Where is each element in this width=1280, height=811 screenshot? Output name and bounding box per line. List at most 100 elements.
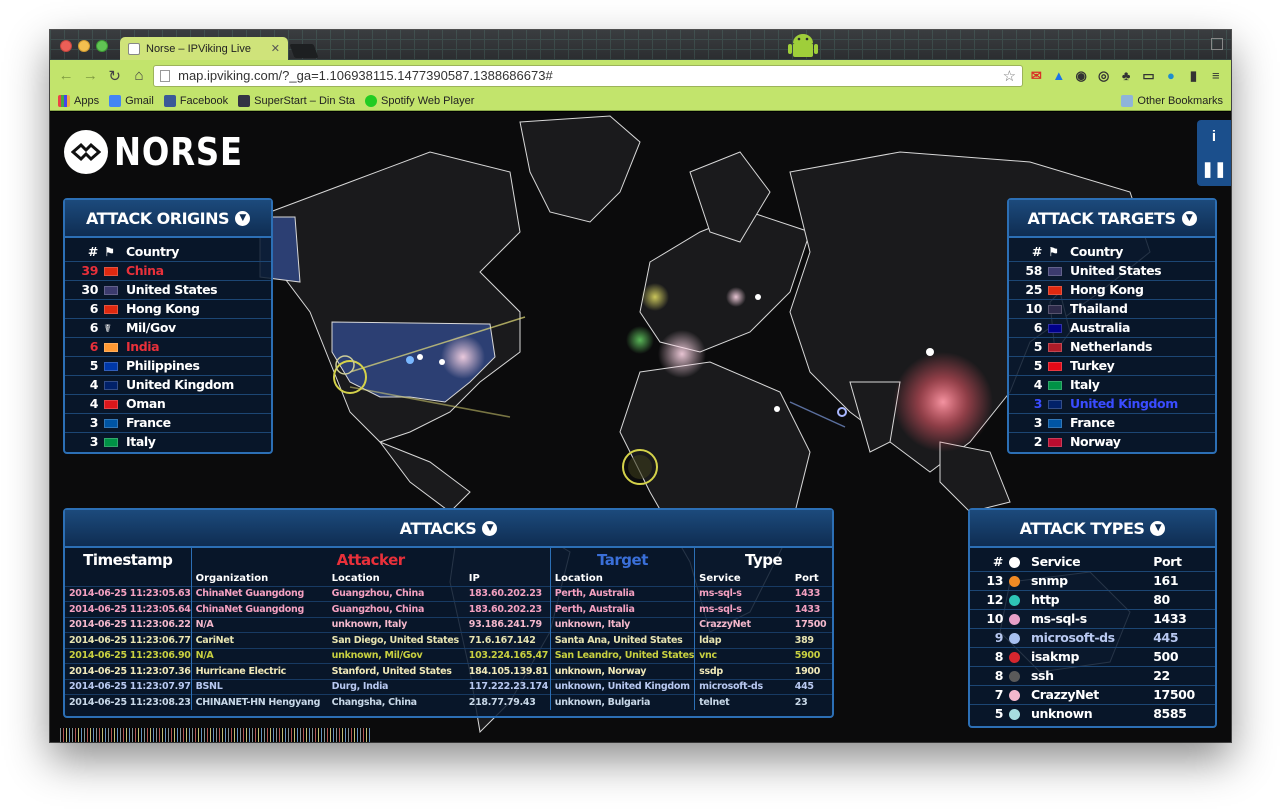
fullscreen-icon[interactable] <box>1211 38 1223 50</box>
color-dot-icon <box>1009 709 1020 721</box>
country-row[interactable]: 2 Norway <box>1009 432 1215 451</box>
chevron-down-icon[interactable]: ▼ <box>1150 520 1166 536</box>
forward-arrow-icon[interactable]: → <box>80 65 100 87</box>
southeast-asia <box>939 441 1011 513</box>
home-icon[interactable]: ⌂ <box>129 65 149 87</box>
drive-extension-icon[interactable]: ▲ <box>1050 66 1068 86</box>
id-extension-icon[interactable]: ▮ <box>1184 66 1202 86</box>
attack-row[interactable]: 2014-06-25 11:23:07.36 Hurricane Electric… <box>65 663 832 679</box>
timestamp-subheader <box>65 572 191 586</box>
attack-row[interactable]: 2014-06-25 11:23:05.64 ChinaNet Guangdong… <box>65 601 832 617</box>
country-row[interactable]: 3 Italy <box>65 432 271 451</box>
attack-row[interactable]: 2014-06-25 11:23:08.23 CHINANET-HN Hengya… <box>65 694 832 710</box>
country-column-header: Country <box>126 243 180 259</box>
north-america <box>269 151 521 443</box>
country-name: Norway <box>1070 434 1121 450</box>
attack-row[interactable]: 2014-06-25 11:23:05.63 ChinaNet Guangdong… <box>65 585 832 602</box>
country-row[interactable]: 6 Hong Kong <box>65 299 271 318</box>
country-row[interactable]: 6 India <box>65 337 271 356</box>
country-row[interactable]: 3 France <box>1009 413 1215 432</box>
color-dot-icon <box>1009 576 1020 587</box>
evernote-extension-icon[interactable]: ◉ <box>1072 66 1090 86</box>
country-flag-icon <box>1045 337 1067 356</box>
attack-type-row[interactable]: 10 ms-sql-s 1433 <box>970 609 1215 628</box>
attack-origins-header[interactable]: ATTACK ORIGINS ▼ <box>65 200 271 238</box>
attacks-header[interactable]: ATTACKS ▼ <box>65 510 832 548</box>
attack-row[interactable]: 2014-06-25 11:23:06.90 N/A unknown, Mil/Go… <box>65 647 832 664</box>
attack-targets-header[interactable]: ATTACK TARGETS ▼ <box>1009 200 1215 238</box>
m-extension-icon[interactable]: ● <box>1162 66 1180 86</box>
service-port: 445 <box>1153 630 1179 645</box>
attack-count: 4 <box>1033 377 1043 392</box>
attacker-organization: Hurricane Electric <box>190 663 328 679</box>
attack-types-header[interactable]: ATTACK TYPES ▼ <box>970 510 1215 548</box>
other-bookmarks[interactable]: Other Bookmarks <box>1121 94 1223 107</box>
country-row[interactable]: 5 Philippines <box>65 356 271 375</box>
flag-icon <box>104 381 118 390</box>
zoom-window-button[interactable] <box>96 40 108 52</box>
info-button[interactable]: i <box>1212 128 1216 145</box>
attack-row[interactable]: 2014-06-25 11:23:06.22 N/A unknown, Italy 9… <box>65 616 832 633</box>
attack-type-row[interactable]: 9 microsoft-ds 445 <box>970 628 1215 647</box>
address-bar[interactable]: map.ipviking.com/?_ga=1.106938115.147739… <box>153 64 1024 87</box>
country-row[interactable]: 30 United States <box>65 280 271 299</box>
norse-logo[interactable]: NORSE <box>64 130 266 174</box>
attacker-organization: ChinaNet Guangdong <box>190 601 328 617</box>
attack-type-row[interactable]: 5 unknown 8585 <box>970 704 1215 723</box>
tab-strip: Norse – IPViking Live ✕ <box>50 30 1231 60</box>
country-row[interactable]: 25 Hong Kong <box>1009 280 1215 299</box>
tree-extension-icon[interactable]: ♣ <box>1117 66 1135 86</box>
country-row[interactable]: 4 Italy <box>1009 375 1215 394</box>
country-row[interactable]: 4 United Kingdom <box>65 375 271 394</box>
flag-icon <box>1048 381 1062 390</box>
attacker-ip: 184.105.139.81 <box>464 663 551 679</box>
chevron-down-icon[interactable]: ▼ <box>482 520 498 536</box>
cast-icon[interactable]: ▭ <box>1139 66 1157 86</box>
country-row[interactable]: 3 United Kingdom <box>1009 394 1215 413</box>
browser-tab[interactable]: Norse – IPViking Live ✕ <box>120 37 288 60</box>
country-row[interactable]: 6 ☤ Mil/Gov <box>65 318 271 337</box>
attack-type-row[interactable]: 7 CrazzyNet 17500 <box>970 685 1215 704</box>
attack-port: 1433 <box>790 601 832 617</box>
browser-window: Norse – IPViking Live ✕ ← → ↻ ⌂ map.ipvi… <box>50 30 1231 742</box>
bookmark-apps[interactable]: Apps <box>58 94 99 107</box>
attack-row[interactable]: 2014-06-25 11:23:06.77 CariNet San Diego, … <box>65 632 832 648</box>
country-row[interactable]: 39 China <box>65 261 271 280</box>
gmail-extension-icon[interactable]: ✉ <box>1027 66 1045 86</box>
chevron-down-icon[interactable]: ▼ <box>1181 210 1197 226</box>
pause-button[interactable]: ❚❚ <box>1201 160 1226 178</box>
country-flag-icon <box>1045 375 1067 394</box>
count-column-header: # <box>992 553 1003 569</box>
bookmark-facebook[interactable]: Facebook <box>163 94 228 107</box>
menu-icon[interactable]: ≡ <box>1207 66 1225 86</box>
bookmark-gmail[interactable]: Gmail <box>109 94 154 107</box>
country-row[interactable]: 5 Turkey <box>1009 356 1215 375</box>
attack-count: 7 <box>994 687 1004 702</box>
country-row[interactable]: 58 United States <box>1009 261 1215 280</box>
back-arrow-icon[interactable]: ← <box>56 65 76 87</box>
minimize-window-button[interactable] <box>78 40 90 52</box>
country-flag-icon <box>101 394 123 413</box>
country-row[interactable]: 4 Oman <box>65 394 271 413</box>
bookmark-star-icon[interactable]: ☆ <box>1003 67 1016 85</box>
attack-type-row[interactable]: 13 snmp 161 <box>970 571 1215 590</box>
owl-extension-icon[interactable]: ◎ <box>1094 66 1112 86</box>
attack-row[interactable]: 2014-06-25 11:23:07.97 BSNL Durg, India 117… <box>65 678 832 695</box>
attacker-location: Durg, India <box>327 678 465 695</box>
bookmark-spotify[interactable]: Spotify Web Player <box>365 94 474 107</box>
attack-type-row[interactable]: 8 isakmp 500 <box>970 647 1215 666</box>
reload-icon[interactable]: ↻ <box>105 65 125 87</box>
attack-type-row[interactable]: 8 ssh 22 <box>970 666 1215 685</box>
country-row[interactable]: 6 Australia <box>1009 318 1215 337</box>
close-window-button[interactable] <box>60 40 72 52</box>
flag-icon <box>104 305 118 314</box>
country-row[interactable]: 10 Thailand <box>1009 299 1215 318</box>
tab-close-icon[interactable]: ✕ <box>271 42 280 55</box>
new-tab-button[interactable] <box>289 44 319 58</box>
bookmark-superstart[interactable]: SuperStart – Din Sta <box>238 94 355 107</box>
attack-type-row[interactable]: 12 http 80 <box>970 590 1215 609</box>
country-row[interactable]: 5 Netherlands <box>1009 337 1215 356</box>
chevron-down-icon[interactable]: ▼ <box>235 210 251 226</box>
country-row[interactable]: 3 France <box>65 413 271 432</box>
count-column-header: # <box>87 243 98 259</box>
